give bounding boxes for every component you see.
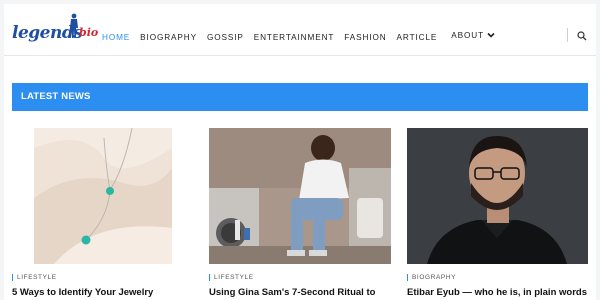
site-header: legends bio HOME BIOGRAPHY GOSSIP ENTERT… bbox=[4, 4, 596, 56]
article-title[interactable]: Etibar Eyub — who he is, in plain words bbox=[407, 287, 587, 298]
article-title[interactable]: 5 Ways to Identify Your Jewelry bbox=[12, 287, 153, 298]
nav-entertainment[interactable]: ENTERTAINMENT bbox=[254, 33, 335, 42]
chevron-down-icon bbox=[487, 32, 495, 38]
nav-biography[interactable]: BIOGRAPHY bbox=[140, 33, 197, 42]
nav-home[interactable]: HOME bbox=[102, 33, 130, 42]
header-divider bbox=[567, 28, 568, 42]
logo-suffix: bio bbox=[79, 26, 99, 39]
nav-about-label: ABOUT bbox=[451, 30, 484, 40]
article-category[interactable]: LIFESTYLE bbox=[12, 274, 57, 281]
article-category[interactable]: BIOGRAPHY bbox=[407, 274, 456, 281]
nav-article[interactable]: ARTICLE bbox=[397, 33, 438, 42]
article-category[interactable]: LIFESTYLE bbox=[209, 274, 254, 281]
page: legends bio HOME BIOGRAPHY GOSSIP ENTERT… bbox=[4, 4, 596, 300]
nav-about[interactable]: ABOUT bbox=[451, 31, 495, 40]
article-image-bathroom[interactable] bbox=[209, 128, 391, 264]
main-nav: HOME BIOGRAPHY GOSSIP ENTERTAINMENT FASH… bbox=[102, 30, 505, 44]
section-title: LATEST NEWS bbox=[21, 91, 91, 102]
nav-gossip[interactable]: GOSSIP bbox=[207, 33, 244, 42]
search-icon[interactable] bbox=[577, 31, 587, 41]
site-logo[interactable]: legends bio bbox=[12, 11, 99, 47]
latest-news-header: LATEST NEWS bbox=[12, 83, 588, 111]
nav-fashion[interactable]: FASHION bbox=[344, 33, 386, 42]
article-title[interactable]: Using Gina Sam's 7-Second Ritual to bbox=[209, 287, 375, 298]
article-image-necklace[interactable] bbox=[34, 128, 172, 264]
article-image-portrait[interactable] bbox=[407, 128, 588, 264]
